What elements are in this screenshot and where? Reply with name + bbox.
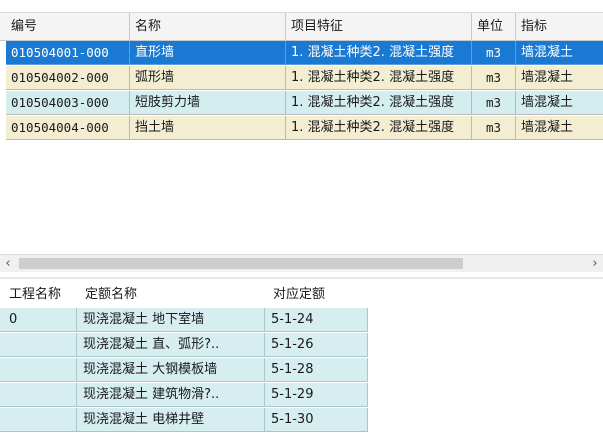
quota-row[interactable]: 现浇混凝土 大钢模板墙 5-1-28 bbox=[0, 358, 368, 382]
quota-cell-name[interactable]: 现浇混凝土 电梯井壁 bbox=[77, 408, 265, 432]
boq-cell-unit[interactable]: m3 bbox=[472, 91, 516, 115]
boq-cell-features[interactable]: 1. 混凝土种类2. 混凝土强度 bbox=[286, 91, 472, 115]
clipped-title-strip bbox=[0, 0, 603, 6]
horizontal-scrollbar[interactable]: ‹ › bbox=[0, 254, 603, 272]
quota-table: 工程名称 定额名称 对应定额 0 现浇混凝土 地下室墙 5-1-24 现浇混凝土… bbox=[0, 282, 603, 436]
quota-row[interactable]: 0 现浇混凝土 地下室墙 5-1-24 bbox=[0, 308, 368, 332]
panel-splitter[interactable] bbox=[0, 277, 603, 279]
boq-cell-features[interactable]: 1. 混凝土种类2. 混凝土强度 bbox=[286, 116, 472, 140]
boq-table-header: 编号 名称 项目特征 单位 指标 bbox=[0, 13, 603, 41]
boq-cell-code[interactable]: 010504003-000 bbox=[6, 91, 130, 115]
boq-cell-indicator[interactable]: 墙混凝土 bbox=[516, 41, 603, 65]
col-header-unit[interactable]: 单位 bbox=[472, 13, 516, 40]
quota-cell-project[interactable]: 0 bbox=[0, 308, 77, 332]
quota-cell-code[interactable]: 5-1-30 bbox=[265, 408, 368, 432]
boq-cell-features[interactable]: 1. 混凝土种类2. 混凝土强度 bbox=[286, 66, 472, 90]
boq-row[interactable]: 010504001-000 直形墙 1. 混凝土种类2. 混凝土强度 m3 墙混… bbox=[6, 41, 603, 65]
quota-row[interactable]: 现浇混凝土 建筑物滑?.. 5-1-29 bbox=[0, 383, 368, 407]
scroll-left-icon[interactable]: ‹ bbox=[0, 255, 16, 272]
boq-cell-name[interactable]: 直形墙 bbox=[130, 41, 286, 65]
boq-table: 编号 名称 项目特征 单位 指标 010504001-000 直形墙 1. 混凝… bbox=[0, 12, 603, 259]
boq-cell-name[interactable]: 挡土墙 bbox=[130, 116, 286, 140]
boq-cell-indicator[interactable]: 墙混凝土 bbox=[516, 66, 603, 90]
quota-table-header: 工程名称 定额名称 对应定额 bbox=[0, 282, 368, 308]
quota-row[interactable]: 现浇混凝土 直、弧形?.. 5-1-26 bbox=[0, 333, 368, 357]
scrollbar-thumb[interactable] bbox=[19, 258, 463, 269]
quota-cell-project[interactable] bbox=[0, 408, 77, 432]
col-header-project[interactable]: 工程名称 bbox=[3, 282, 77, 308]
boq-cell-code[interactable]: 010504001-000 bbox=[6, 41, 130, 65]
col-header-quota-name[interactable]: 定额名称 bbox=[79, 282, 265, 308]
boq-cell-code[interactable]: 010504002-000 bbox=[6, 66, 130, 90]
boq-row[interactable]: 010504004-000 挡土墙 1. 混凝土种类2. 混凝土强度 m3 墙混… bbox=[6, 116, 603, 140]
quota-cell-project[interactable] bbox=[0, 358, 77, 382]
boq-cell-code[interactable]: 010504004-000 bbox=[6, 116, 130, 140]
boq-cell-name[interactable]: 弧形墙 bbox=[130, 66, 286, 90]
boq-row[interactable]: 010504002-000 弧形墙 1. 混凝土种类2. 混凝土强度 m3 墙混… bbox=[6, 66, 603, 90]
boq-cell-features[interactable]: 1. 混凝土种类2. 混凝土强度 bbox=[286, 41, 472, 65]
col-header-code[interactable]: 编号 bbox=[6, 13, 130, 40]
boq-cell-unit[interactable]: m3 bbox=[472, 66, 516, 90]
boq-row[interactable]: 010504003-000 短肢剪力墙 1. 混凝土种类2. 混凝土强度 m3 … bbox=[6, 91, 603, 115]
quota-cell-code[interactable]: 5-1-29 bbox=[265, 383, 368, 407]
boq-cell-indicator[interactable]: 墙混凝土 bbox=[516, 116, 603, 140]
scroll-right-icon[interactable]: › bbox=[587, 255, 603, 272]
boq-cell-indicator[interactable]: 墙混凝土 bbox=[516, 91, 603, 115]
quota-cell-name[interactable]: 现浇混凝土 建筑物滑?.. bbox=[77, 383, 265, 407]
quota-row[interactable]: 现浇混凝土 电梯井壁 5-1-30 bbox=[0, 408, 368, 432]
quota-cell-code[interactable]: 5-1-24 bbox=[265, 308, 368, 332]
col-header-quota-code[interactable]: 对应定额 bbox=[267, 282, 367, 308]
boq-cell-unit[interactable]: m3 bbox=[472, 41, 516, 65]
boq-cell-unit[interactable]: m3 bbox=[472, 116, 516, 140]
col-header-features[interactable]: 项目特征 bbox=[286, 13, 472, 40]
col-header-indicator[interactable]: 指标 bbox=[516, 13, 603, 40]
quota-cell-name[interactable]: 现浇混凝土 大钢模板墙 bbox=[77, 358, 265, 382]
quota-cell-name[interactable]: 现浇混凝土 地下室墙 bbox=[77, 308, 265, 332]
col-header-name[interactable]: 名称 bbox=[130, 13, 286, 40]
quota-cell-name[interactable]: 现浇混凝土 直、弧形?.. bbox=[77, 333, 265, 357]
quota-cell-code[interactable]: 5-1-26 bbox=[265, 333, 368, 357]
quota-cell-code[interactable]: 5-1-28 bbox=[265, 358, 368, 382]
quota-cell-project[interactable] bbox=[0, 333, 77, 357]
boq-cell-name[interactable]: 短肢剪力墙 bbox=[130, 91, 286, 115]
quota-cell-project[interactable] bbox=[0, 383, 77, 407]
